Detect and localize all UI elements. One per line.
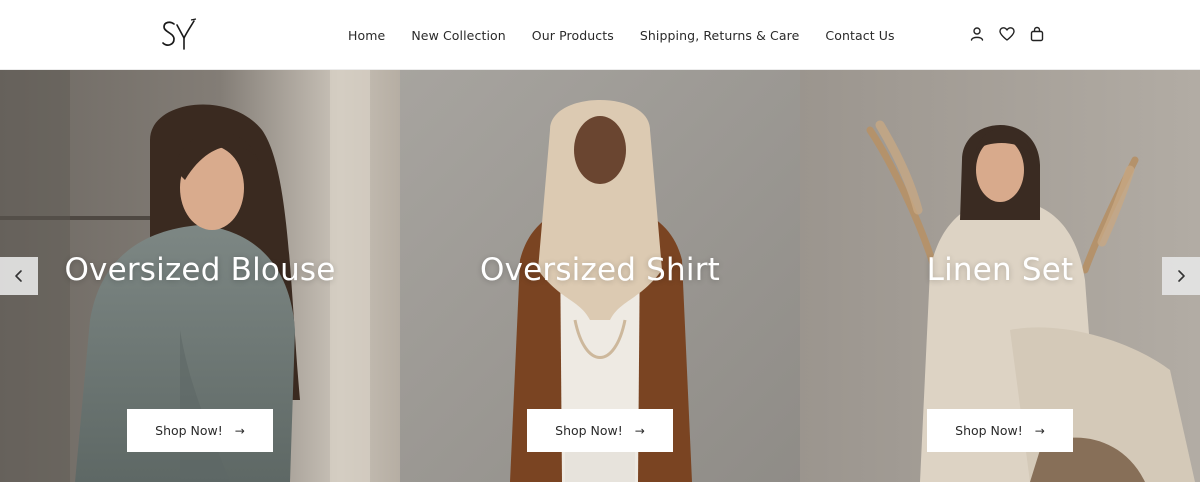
main-nav: Home New Collection Our Products Shippin… xyxy=(348,26,895,44)
hero-panel-linen-set: Linen Set Shop Now! → xyxy=(800,70,1200,482)
hero-carousel: Oversized Blouse Shop Now! → Oversized S… xyxy=(0,70,1200,482)
hero-panel-oversized-shirt: Oversized Shirt Shop Now! → xyxy=(400,70,800,482)
button-label: Shop Now! xyxy=(955,423,1023,438)
user-icon[interactable] xyxy=(968,25,986,43)
chevron-left-icon xyxy=(15,270,22,282)
button-label: Shop Now! xyxy=(555,423,623,438)
arrow-right-icon: → xyxy=(234,423,245,438)
arrow-right-icon: → xyxy=(1034,423,1045,438)
carousel-prev-button[interactable] xyxy=(0,257,38,295)
shop-now-button[interactable]: Shop Now! → xyxy=(527,409,673,452)
site-header: Home New Collection Our Products Shippin… xyxy=(0,0,1200,70)
nav-link-shipping-returns-care[interactable]: Shipping, Returns & Care xyxy=(640,28,800,43)
shop-now-button[interactable]: Shop Now! → xyxy=(927,409,1073,452)
brand-logo[interactable] xyxy=(160,16,200,54)
carousel-next-button[interactable] xyxy=(1162,257,1200,295)
hero-panel-oversized-blouse: Oversized Blouse Shop Now! → xyxy=(0,70,400,482)
shop-now-button[interactable]: Shop Now! → xyxy=(127,409,273,452)
nav-link-our-products[interactable]: Our Products xyxy=(532,28,614,43)
panel-title: Oversized Shirt xyxy=(479,252,721,288)
panel-title: Oversized Blouse xyxy=(64,252,336,288)
heart-icon[interactable] xyxy=(998,25,1016,43)
arrow-right-icon: → xyxy=(634,423,645,438)
nav-link-contact-us[interactable]: Contact Us xyxy=(825,28,894,43)
shopping-bag-icon[interactable] xyxy=(1028,25,1046,43)
nav-link-new-collection[interactable]: New Collection xyxy=(411,28,505,43)
nav-link-home[interactable]: Home xyxy=(348,28,385,43)
button-label: Shop Now! xyxy=(155,423,223,438)
chevron-right-icon xyxy=(1178,270,1185,282)
panel-title: Linen Set xyxy=(926,252,1074,288)
header-actions xyxy=(968,24,1046,44)
